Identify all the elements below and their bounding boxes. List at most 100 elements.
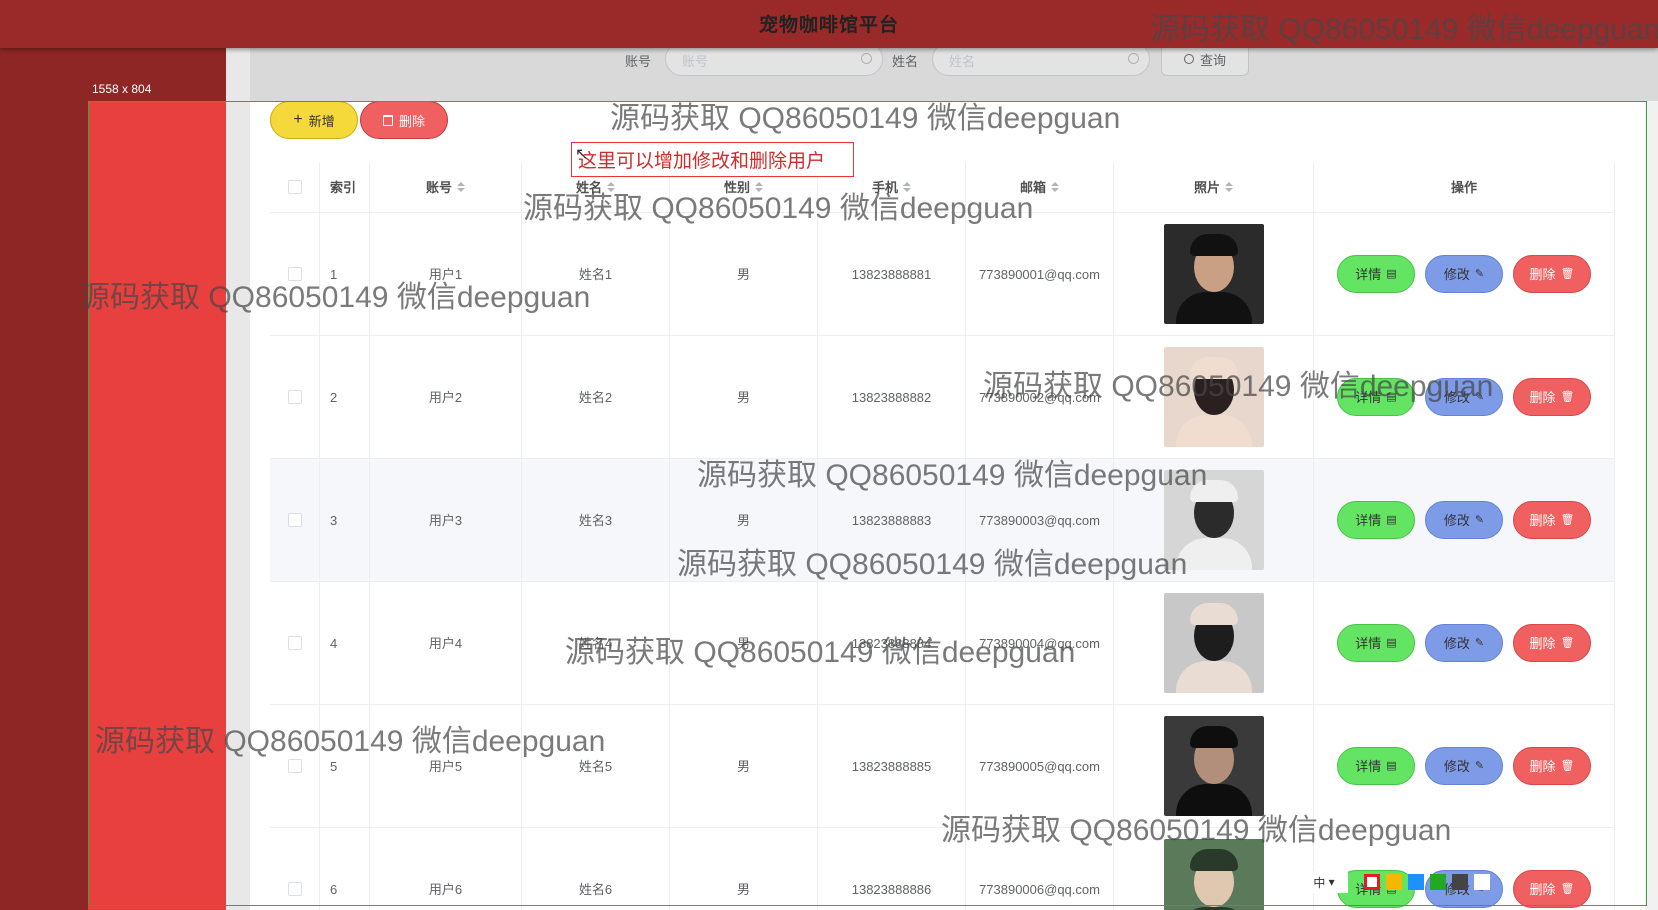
sort-icon	[903, 182, 911, 192]
cell-phone: 13823888881	[818, 213, 966, 335]
name-label: 姓名	[892, 54, 919, 69]
table-row[interactable]: 6用户6姓名6男13823888886773890006@qq.com详情▤修改…	[270, 828, 1615, 910]
delete-button[interactable]: 删除 🗑	[1513, 747, 1591, 785]
cell-account: 用户3	[370, 459, 522, 581]
color-swatch[interactable]	[1474, 874, 1490, 890]
edit-button[interactable]: 修改✎	[1425, 747, 1503, 785]
pencil-icon: ✎	[1474, 513, 1485, 526]
document-icon: ▤	[1386, 390, 1397, 403]
detail-button[interactable]: 详情▤	[1337, 624, 1415, 662]
edit-button[interactable]: 修改✎	[1425, 255, 1503, 293]
document-icon: ▤	[1386, 636, 1397, 649]
pencil-icon: ✎	[1474, 390, 1485, 403]
user-photo[interactable]	[1163, 347, 1264, 447]
user-photo[interactable]	[1163, 224, 1264, 324]
trash-icon: 🗑	[1560, 267, 1575, 280]
delete-button[interactable]: 删除 🗑	[1513, 378, 1591, 416]
trash-icon: 🗑	[1560, 882, 1575, 895]
account-label: 账号	[625, 54, 652, 69]
table-row[interactable]: 3 用户3 姓名3 男 13823888883 773890003@qq.com 详情 ▤ 修改…	[270, 459, 1615, 582]
cell-name: 姓名5	[522, 705, 670, 827]
trash-icon: 🗑	[1560, 390, 1575, 403]
table-row[interactable]: 1 用户1 姓名1 男 13823888881 773890001@qq.com 详情 ▤ 修改…	[270, 213, 1615, 336]
row-checkbox[interactable]	[287, 636, 302, 650]
cell-name: 姓名3	[522, 459, 670, 581]
detail-button[interactable]: 详情▤	[1337, 747, 1415, 785]
annotation-callout: 这里可以增加修改和删除用户	[571, 142, 854, 177]
edit-button[interactable]: 修改✎	[1425, 624, 1503, 662]
user-photo[interactable]	[1163, 716, 1264, 816]
color-swatch[interactable]	[1430, 874, 1446, 890]
pencil-icon: ✎	[1474, 759, 1485, 772]
color-swatch[interactable]	[1408, 874, 1424, 890]
cell-gender: 男	[670, 336, 818, 458]
edit-button[interactable]: 修改✎	[1425, 501, 1503, 539]
cell-email: 773890003@qq.com	[966, 459, 1114, 581]
annotation-palette: 中 ▾	[1300, 870, 1490, 894]
color-swatch[interactable]	[1452, 874, 1468, 890]
cell-phone: 13823888883	[818, 459, 966, 581]
account-placeholder: 账号	[682, 54, 709, 69]
cell-phone: 13823888882	[818, 336, 966, 458]
delete-button[interactable]: 删除 🗑	[1513, 255, 1591, 293]
cell-account: 用户5	[370, 705, 522, 827]
name-placeholder: 姓名	[949, 54, 976, 69]
language-select[interactable]: 中 ▾	[1300, 871, 1348, 893]
row-checkbox[interactable]	[287, 513, 302, 527]
cell-name: 姓名1	[522, 213, 670, 335]
col-email[interactable]: 邮箱	[966, 162, 1114, 212]
cursor-icon: ↖	[575, 146, 589, 163]
cell-account: 用户2	[370, 336, 522, 458]
cell-gender: 男	[670, 213, 818, 335]
cell-gender: 男	[670, 705, 818, 827]
col-account[interactable]: 账号	[370, 162, 522, 212]
table-row[interactable]: 2 用户2 姓名2 男 13823888882 773890002@qq.com 详情 ▤ 修改…	[270, 336, 1615, 459]
cell-gender: 男	[670, 828, 818, 910]
cell-email: 773890002@qq.com	[966, 336, 1114, 458]
row-checkbox[interactable]	[287, 390, 302, 404]
delete-button[interactable]: 删除 🗑	[1513, 501, 1591, 539]
user-photo[interactable]	[1163, 470, 1264, 570]
pencil-icon: ✎	[1474, 267, 1485, 280]
batch-delete-button[interactable]: 删除	[360, 101, 448, 139]
col-photo[interactable]: 照片	[1114, 162, 1314, 212]
cell-email: 773890004@qq.com	[966, 582, 1114, 704]
cell-phone: 13823888885	[818, 705, 966, 827]
delete-button[interactable]: 删除 🗑	[1513, 624, 1591, 662]
cell-index: 6	[320, 828, 370, 910]
document-icon: ▤	[1386, 513, 1397, 526]
color-swatch[interactable]	[1386, 874, 1402, 890]
detail-button[interactable]: 详情▤	[1337, 255, 1415, 293]
edit-button[interactable]: 修改✎	[1425, 378, 1503, 416]
cell-phone: 13823888886	[818, 828, 966, 910]
cell-email: 773890006@qq.com	[966, 828, 1114, 910]
cell-index: 3	[320, 459, 370, 581]
row-checkbox[interactable]	[287, 267, 302, 281]
detail-button[interactable]: 详情▤	[1337, 501, 1415, 539]
plus-icon: +	[293, 111, 303, 128]
table-header: 索引 账号 姓名 性别 手机 邮箱 照片 操作	[270, 162, 1615, 213]
table-row[interactable]: 4 用户4 姓名4 男 13823888884 773890004@qq.com 详情 ▤ 修改…	[270, 582, 1615, 705]
col-actions: 操作	[1314, 162, 1615, 212]
delete-button[interactable]: 删除 🗑	[1513, 870, 1591, 908]
color-swatch[interactable]	[1364, 874, 1380, 890]
search-icon	[861, 53, 872, 64]
row-checkbox[interactable]	[287, 759, 302, 773]
user-photo[interactable]	[1163, 839, 1264, 910]
table-row[interactable]: 5 用户5 姓名5 男 13823888885 773890005@qq.com 详情 ▤ 修改…	[270, 705, 1615, 828]
row-checkbox[interactable]	[287, 882, 302, 896]
col-index: 索引	[320, 162, 370, 212]
detail-button[interactable]: 详情▤	[1337, 378, 1415, 416]
search-icon	[1183, 54, 1194, 64]
pencil-icon: ✎	[1474, 636, 1485, 649]
cell-name: 姓名6	[522, 828, 670, 910]
select-all-checkbox[interactable]	[287, 180, 302, 194]
cell-index: 2	[320, 336, 370, 458]
cell-phone: 13823888884	[818, 582, 966, 704]
user-photo[interactable]	[1163, 593, 1264, 693]
cell-gender: 男	[670, 459, 818, 581]
add-button[interactable]: + 新增	[270, 101, 358, 139]
trash-icon: 🗑	[1560, 759, 1575, 772]
sort-icon	[755, 182, 763, 192]
app-title: 宠物咖啡馆平台	[758, 15, 899, 36]
